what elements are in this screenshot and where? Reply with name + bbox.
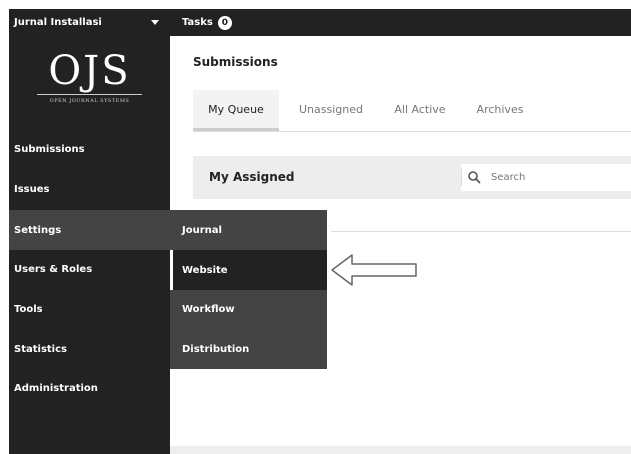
logo-rule bbox=[37, 94, 142, 95]
tab-bar: My Queue Unassigned All Active Archives bbox=[193, 90, 631, 132]
sidebar-item-statistics[interactable]: Statistics bbox=[9, 329, 170, 369]
caret-down-icon bbox=[151, 20, 159, 25]
submenu-item-website[interactable]: Website bbox=[170, 250, 327, 290]
bottom-bar bbox=[170, 446, 631, 454]
logo-mark: OJS bbox=[48, 48, 131, 94]
arrow-left-icon bbox=[331, 254, 417, 286]
top-bar: Jurnal Installasi Tasks 0 bbox=[9, 9, 631, 36]
journal-name: Jurnal Installasi bbox=[14, 17, 102, 28]
tab-unassigned[interactable]: Unassigned bbox=[285, 90, 377, 128]
sidebar-item-label: Issues bbox=[14, 183, 50, 195]
sidebar-item-issues[interactable]: Issues bbox=[9, 169, 170, 209]
submenu-item-journal[interactable]: Journal bbox=[170, 210, 327, 250]
logo-subtitle: OPEN JOURNAL SYSTEMS bbox=[49, 98, 130, 104]
submenu-item-label: Workflow bbox=[182, 303, 235, 315]
journal-switcher[interactable]: Jurnal Installasi bbox=[9, 9, 167, 36]
tab-all-active[interactable]: All Active bbox=[385, 90, 455, 128]
grid-header: My Assigned bbox=[193, 156, 631, 199]
sidebar-item-label: Administration bbox=[14, 382, 98, 394]
search-divider bbox=[461, 169, 462, 186]
tasks-button[interactable]: Tasks 0 bbox=[182, 9, 232, 36]
sidebar-item-label: Users & Roles bbox=[14, 263, 93, 275]
search-input[interactable] bbox=[491, 172, 621, 183]
sidebar-item-tools[interactable]: Tools bbox=[9, 289, 170, 329]
sidebar-item-label: Tools bbox=[14, 303, 43, 315]
submenu-item-label: Distribution bbox=[182, 343, 250, 355]
tab-my-queue[interactable]: My Queue bbox=[193, 90, 279, 131]
ojs-logo[interactable]: OJS OPEN JOURNAL SYSTEMS bbox=[9, 50, 170, 114]
search-icon[interactable] bbox=[467, 170, 482, 185]
submenu-item-distribution[interactable]: Distribution bbox=[170, 329, 327, 369]
settings-submenu: Journal Website Workflow Distribution bbox=[170, 210, 327, 369]
page-title: Submissions bbox=[193, 55, 278, 69]
tasks-count-badge: 0 bbox=[217, 15, 232, 30]
sidebar-item-settings[interactable]: Settings bbox=[9, 210, 170, 250]
content-divider bbox=[331, 231, 631, 232]
sidebar-item-users-roles[interactable]: Users & Roles bbox=[9, 249, 170, 289]
submenu-item-label: Journal bbox=[182, 224, 222, 236]
sidebar-item-label: Submissions bbox=[14, 143, 85, 155]
sidebar-item-submissions[interactable]: Submissions bbox=[9, 129, 170, 169]
submenu-item-label: Website bbox=[182, 264, 228, 276]
search-box bbox=[461, 164, 631, 191]
sidebar: OJS OPEN JOURNAL SYSTEMS Submissions Iss… bbox=[9, 36, 170, 454]
sidebar-item-label: Statistics bbox=[14, 343, 67, 355]
submenu-item-workflow[interactable]: Workflow bbox=[170, 289, 327, 329]
sidebar-item-administration[interactable]: Administration bbox=[9, 368, 170, 408]
tab-archives[interactable]: Archives bbox=[465, 90, 535, 128]
sidebar-item-label: Settings bbox=[14, 224, 62, 236]
grid-title: My Assigned bbox=[209, 170, 295, 184]
tasks-label: Tasks bbox=[182, 17, 213, 28]
